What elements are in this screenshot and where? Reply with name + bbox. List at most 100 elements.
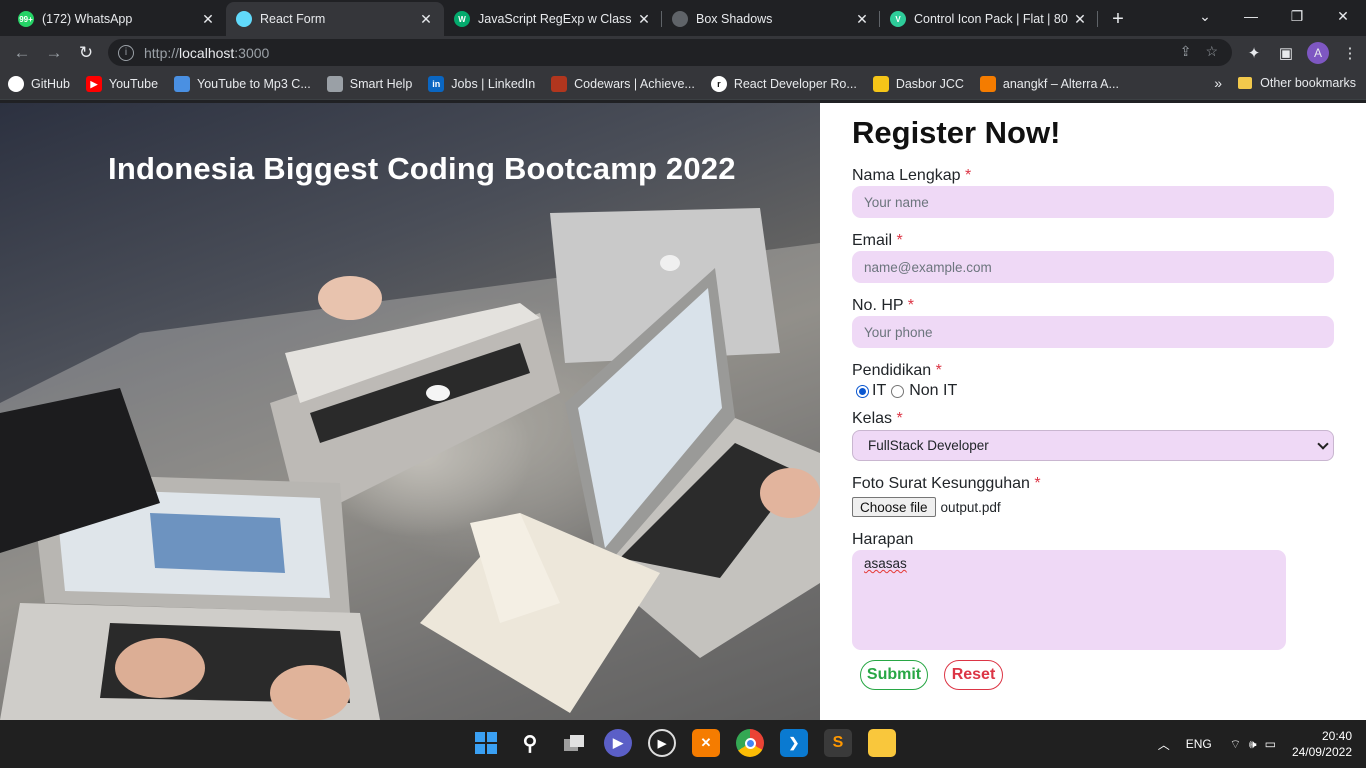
address-bar[interactable]: i http://localhost:3000 ⇪ ☆ [108, 39, 1232, 66]
bookmarks-bar: GitHub ▶ YouTube YouTube to Mp3 C... Smart H… [0, 69, 1366, 100]
tab-search-icon[interactable]: ⌄ [1182, 0, 1228, 32]
browser-toolbar: ← → ↻ i http://localhost:3000 ⇪ ☆ ✦ ▣ A … [0, 36, 1366, 69]
bookmark-item[interactable]: in Jobs | LinkedIn [428, 76, 535, 92]
search-icon[interactable]: ⚲ [516, 729, 544, 757]
xampp-icon[interactable]: ✕ [692, 729, 720, 757]
tab-title: React Form [260, 12, 326, 26]
jcc-icon [872, 76, 889, 92]
language-indicator[interactable]: ENG [1186, 737, 1212, 751]
task-view-icon[interactable] [560, 729, 588, 757]
w3schools-icon: W [454, 11, 470, 27]
side-panel-icon[interactable]: ▣ [1270, 37, 1302, 69]
menu-icon[interactable]: ⋮ [1334, 37, 1366, 69]
clock[interactable]: 20:40 24/09/2022 [1292, 728, 1352, 760]
bookmark-item[interactable]: GitHub [8, 76, 70, 92]
bookmark-label: anangkf – Alterra A... [1002, 77, 1119, 91]
email-input[interactable]: name@example.com [852, 251, 1334, 283]
start-icon[interactable] [472, 729, 500, 757]
phone-input[interactable]: Your phone [852, 316, 1334, 348]
browser-tab[interactable]: React Form ✕ [226, 2, 444, 36]
site-info-icon[interactable]: i [118, 44, 134, 61]
chrome-icon[interactable] [736, 729, 764, 757]
bookmark-item[interactable]: Codewars | Achieve... [551, 76, 695, 92]
bookmark-item[interactable]: Dasbor JCC [872, 76, 964, 92]
share-icon[interactable]: ⇪ [1180, 43, 1192, 60]
reset-button[interactable]: Reset [944, 660, 1003, 690]
back-button[interactable]: ← [6, 37, 38, 69]
hope-textarea[interactable]: asasas [852, 550, 1286, 650]
tab-close-icon[interactable]: ✕ [636, 11, 652, 28]
submit-button[interactable]: Submit [860, 660, 928, 690]
sublime-text-icon[interactable]: S [824, 729, 852, 757]
tab-title: Box Shadows [696, 12, 773, 26]
choose-file-button[interactable]: Choose file [852, 497, 936, 517]
wifi-icon[interactable]: ⌔ [1230, 737, 1241, 752]
class-select[interactable]: FullStack Developer [852, 430, 1334, 461]
bookmark-item[interactable]: Smart Help [326, 76, 412, 92]
chevron-down-icon [1317, 438, 1329, 450]
name-input[interactable]: Your name [852, 186, 1334, 218]
chevron-up-icon[interactable]: ︿ [1158, 736, 1170, 753]
tab-list: 99+ (172) WhatsApp ✕ React Form ✕ W JavaScript… [0, 0, 1098, 36]
media-player-icon[interactable]: ▶ [648, 729, 676, 757]
bookmark-item[interactable]: ▶ YouTube [85, 76, 159, 92]
close-window-button[interactable]: ✕ [1320, 0, 1366, 32]
email-label: Email * [852, 232, 903, 249]
linkedin-icon: in [428, 76, 445, 92]
browser-tab[interactable]: W JavaScript RegExp w Class ✕ [444, 2, 662, 36]
radio-non-it[interactable] [891, 384, 905, 398]
tab-close-icon[interactable]: ✕ [200, 11, 216, 28]
system-tray: ︿ ENG ⌔ 🕪 ▭ 20:40 24/09/2022 [1158, 720, 1352, 768]
roadmap-icon: r [710, 76, 727, 92]
maximize-button[interactable]: ❐ [1274, 0, 1320, 32]
bookmark-star-icon[interactable]: ☆ [1205, 43, 1218, 60]
url-port: :3000 [234, 44, 270, 61]
bookmark-item[interactable]: YouTube to Mp3 C... [174, 76, 311, 92]
new-tab-button[interactable]: + [1104, 5, 1132, 33]
minimize-button[interactable]: — [1228, 0, 1274, 32]
file-explorer-icon[interactable] [868, 729, 896, 757]
education-label: Pendidikan * [852, 362, 942, 379]
teams-chat-icon[interactable]: ▶ [604, 729, 632, 757]
tab-close-icon[interactable]: ✕ [1072, 11, 1088, 28]
file-input: Choose file output.pdf [852, 497, 1001, 517]
file-label: Foto Surat Kesungguhan * [852, 475, 1041, 492]
bookmark-label: YouTube [108, 77, 159, 91]
codewars-icon [551, 76, 568, 92]
education-radio-group: IT Non IT [856, 382, 957, 400]
battery-icon[interactable]: ▭ [1265, 737, 1276, 751]
window-controls: ⌄ — ❐ ✕ [1182, 0, 1366, 32]
profile-avatar[interactable]: A [1307, 41, 1329, 64]
radio-it[interactable] [856, 384, 869, 398]
bookmark-label: Dasbor JCC [895, 77, 964, 91]
other-bookmarks-folder[interactable]: Other bookmarks [1238, 76, 1356, 90]
browser-tab[interactable]: 99+ (172) WhatsApp ✕ [8, 2, 226, 36]
radio-non-it-label: Non IT [909, 382, 958, 399]
more-bookmarks-chevron-icon[interactable]: » [1214, 75, 1222, 91]
extensions-icon[interactable]: ✦ [1238, 37, 1270, 69]
clock-time: 20:40 [1321, 729, 1352, 743]
page-content: Indonesia Biggest Coding Bootcamp 2022 R… [0, 103, 1366, 720]
tab-close-icon[interactable]: ✕ [418, 11, 434, 28]
alterra-icon [979, 76, 996, 92]
forward-button[interactable]: → [38, 37, 70, 69]
bookmark-item[interactable]: r React Developer Ro... [710, 76, 857, 92]
browser-tab[interactable]: Box Shadows ✕ [662, 2, 880, 36]
shield-icon [672, 11, 688, 27]
bookmark-label: React Developer Ro... [733, 77, 857, 91]
tab-close-icon[interactable]: ✕ [854, 11, 870, 28]
url-scheme: http:// [144, 44, 180, 61]
volume-icon[interactable]: 🕪 [1249, 737, 1257, 752]
vscode-icon[interactable]: ❯ [780, 729, 808, 757]
file-name: output.pdf [940, 499, 1001, 515]
react-icon [236, 11, 252, 27]
reload-button[interactable]: ↻ [70, 37, 102, 69]
cloud-download-icon [174, 76, 191, 92]
browser-tab[interactable]: V Control Icon Pack | Flat | 80 ... ✕ [880, 2, 1098, 36]
clock-date: 24/09/2022 [1291, 745, 1352, 759]
tab-separator [1097, 11, 1098, 27]
bookmark-item[interactable]: anangkf – Alterra A... [979, 76, 1119, 92]
whatsapp-icon: 99+ [18, 11, 34, 27]
hero-image: Indonesia Biggest Coding Bootcamp 2022 [0, 103, 820, 720]
tab-title: Control Icon Pack | Flat | 80 ... [914, 12, 1072, 26]
